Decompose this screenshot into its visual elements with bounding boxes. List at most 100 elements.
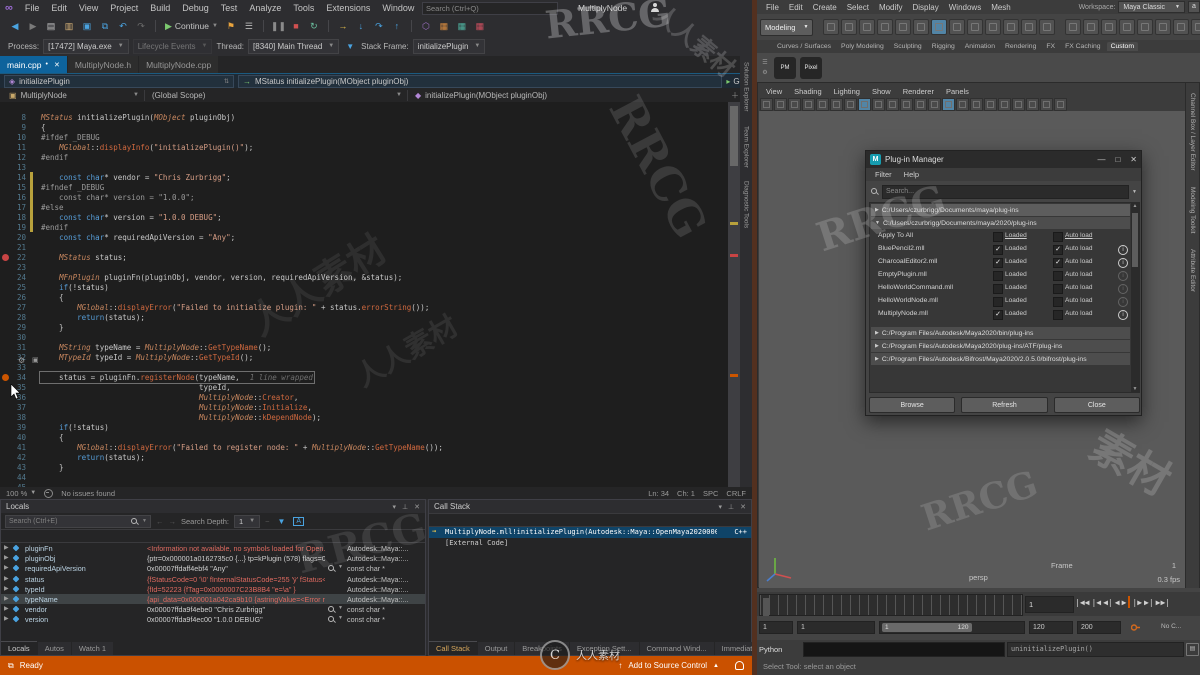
command-line-mode[interactable]: Python: [759, 645, 801, 654]
status-line-icon[interactable]: [823, 19, 840, 35]
magnifier-icon[interactable]: [327, 564, 336, 573]
autoload-checkbox[interactable]: [1053, 297, 1063, 307]
status-line-icon[interactable]: [1173, 19, 1190, 35]
vs-menu-tools[interactable]: Tools: [287, 3, 320, 13]
locals-row-pluginobj[interactable]: ▶ pluginObj {ptr=0x000001a0162735c0 {...} …: [1, 553, 425, 563]
vs-menu-analyze[interactable]: Analyze: [243, 3, 287, 13]
shelf-tab-sculpting[interactable]: Sculpting: [890, 42, 926, 51]
expander-icon[interactable]: ▶: [4, 595, 9, 602]
close-icon[interactable]: ✕: [740, 503, 746, 511]
triangle-right-icon[interactable]: ▶: [875, 356, 879, 362]
expander-icon[interactable]: ▶: [4, 605, 9, 612]
plugin-path-row[interactable]: ▶ C:/Program Files/Autodesk/Maya2020/bin/…: [871, 327, 1130, 339]
triangle-right-icon[interactable]: ▶: [875, 343, 879, 349]
shelf-tab-fx[interactable]: FX: [1042, 42, 1059, 51]
thread-combo[interactable]: [8340] Main Thread ▼: [248, 38, 340, 54]
tab-exception-sett[interactable]: Exception Sett...: [569, 641, 639, 655]
locals-row-requiredapiversion[interactable]: ▶ requiredApiVersion 0x00007ffdaff4ebf4 "A…: [1, 563, 425, 573]
scope-member-combo[interactable]: ◆ initializePlugin(MObject pluginObj) ＋: [410, 90, 744, 101]
info-icon[interactable]: i: [1118, 245, 1128, 255]
plugin-search-input[interactable]: Search...: [882, 184, 1130, 199]
status-line-icon[interactable]: [877, 19, 894, 35]
expander-icon[interactable]: ▶: [4, 544, 9, 551]
shelf-tab-rigging[interactable]: Rigging: [928, 42, 959, 51]
tab-command-wind[interactable]: Command Wind...: [639, 641, 714, 655]
panel-toolbar-icon[interactable]: [802, 97, 815, 111]
search-next-icon[interactable]: →: [169, 517, 177, 526]
spinner-icon[interactable]: ⇅: [224, 78, 229, 85]
anim-start-field[interactable]: 1: [759, 621, 793, 634]
pm-menu-help[interactable]: Help: [899, 170, 924, 179]
status-line-icon[interactable]: [985, 19, 1002, 35]
pin-icon[interactable]: ⊥: [402, 503, 408, 511]
playback-4-button[interactable]: ▶: [1122, 598, 1127, 607]
panel-menu-show[interactable]: Show: [866, 87, 897, 96]
plugin-manager-titlebar[interactable]: M Plug-in Manager — □ ✕: [866, 151, 1141, 168]
show-next-statement-icon[interactable]: →: [336, 21, 350, 31]
quick-actions-gear-icon[interactable]: ⚙: [18, 356, 25, 365]
autoload-checkbox[interactable]: ✓: [1053, 258, 1063, 268]
panel-menu-lighting[interactable]: Lighting: [828, 87, 866, 96]
locals-row-typename[interactable]: ▶ typeName {api_data=0x000001a042ca9b10 {a…: [1, 593, 425, 605]
expander-icon[interactable]: ▶: [4, 575, 9, 582]
breakpoint-flag-icon[interactable]: ⚑: [224, 21, 238, 32]
loaded-checkbox[interactable]: ✓: [993, 258, 1003, 268]
panel-toolbar-icon[interactable]: [830, 97, 843, 111]
status-line-icon[interactable]: [1039, 19, 1056, 35]
signature-combo[interactable]: → MStatus initializePlugin(MObject plugi…: [238, 75, 723, 88]
vs-menu-extensions[interactable]: Extensions: [320, 3, 376, 13]
filter-funnel-icon[interactable]: ▼: [277, 517, 285, 526]
autoload-checkbox[interactable]: [1053, 310, 1063, 320]
scope-global-combo[interactable]: (Global Scope) ▼: [147, 89, 408, 101]
sidebar-tab-channel-box-layer-editor[interactable]: Channel Box / Layer Editor: [1189, 93, 1196, 171]
menu-set-combo[interactable]: Modeling ▼: [760, 18, 814, 36]
locals-row-pluginfn[interactable]: ▶ pluginFn <Information not available, no …: [1, 543, 425, 553]
command-line-input[interactable]: [803, 641, 1005, 657]
expander-icon[interactable]: ▶: [4, 585, 9, 592]
scope-type-combo[interactable]: ▣ MultiplyNode ▼: [4, 89, 145, 101]
stop-debug-icon[interactable]: ■: [289, 21, 303, 31]
playback-7-button[interactable]: ▶▶|: [1156, 598, 1170, 607]
callstack-row[interactable]: [External Code]: [429, 538, 751, 549]
undo-icon[interactable]: ↶: [116, 21, 130, 32]
process-combo[interactable]: [17472] Maya.exe ▼: [43, 38, 129, 54]
playback-1-button[interactable]: |◀: [1091, 598, 1101, 607]
playback-5-button[interactable]: |▶: [1132, 598, 1142, 607]
autoload-checkbox[interactable]: ✓: [1053, 245, 1063, 255]
range-slider-track[interactable]: 1 120: [879, 621, 1025, 634]
status-line-icon[interactable]: [1065, 19, 1082, 35]
shelf-tab-poly-modeling[interactable]: Poly Modeling: [837, 42, 888, 51]
plugin-path-row[interactable]: ▶ C:/Users/czurbrigg/Documents/maya/plug-…: [871, 204, 1130, 216]
new-file-icon[interactable]: ▤: [44, 21, 58, 32]
editor-scrollbar-thumb[interactable]: [730, 106, 738, 166]
pin-icon[interactable]: ⊥: [728, 503, 734, 511]
loaded-checkbox[interactable]: [993, 271, 1003, 281]
callstack-row[interactable]: → MultiplyNode.mll!initializePlugin(Autod…: [429, 527, 751, 538]
loaded-checkbox[interactable]: [993, 284, 1003, 294]
panel-toolbar-icon[interactable]: [956, 97, 969, 111]
playback-end-field[interactable]: 120: [1029, 621, 1073, 634]
close-icon[interactable]: ✕: [54, 61, 60, 69]
step-over-icon[interactable]: ↷: [372, 21, 386, 32]
status-line-icon[interactable]: [1155, 19, 1172, 35]
info-icon[interactable]: i: [1118, 271, 1128, 281]
info-icon[interactable]: i: [1118, 258, 1128, 268]
expander-icon[interactable]: ▶: [4, 564, 9, 571]
value-visualizer[interactable]: ▼: [327, 615, 343, 624]
plus-icon[interactable]: ＋: [731, 90, 739, 101]
tab-watch-1[interactable]: Watch 1: [71, 641, 114, 655]
status-line-icon[interactable]: [1191, 19, 1200, 35]
locals-row-vendor[interactable]: ▶ vendor 0x00007ffda9f4ebe0 "Chris Zurbrig…: [1, 604, 425, 614]
locals-row-status[interactable]: ▶ status {fStatusCode=0 '\0' fInternalStat…: [1, 574, 425, 584]
tasks-icon[interactable]: ☰: [242, 21, 256, 32]
panel-toolbar-icon[interactable]: [984, 97, 997, 111]
info-icon[interactable]: i: [1118, 297, 1128, 307]
status-line-icon[interactable]: [859, 19, 876, 35]
maya-menu-create[interactable]: Create: [808, 3, 842, 12]
locals-search-input[interactable]: Search (Ctrl+E) ▼: [5, 514, 151, 528]
set-key-icon[interactable]: [1131, 623, 1140, 632]
toolbar-icon-teal[interactable]: ▦: [455, 21, 469, 32]
status-line-icon[interactable]: [913, 19, 930, 35]
refresh-button[interactable]: Refresh: [961, 397, 1048, 413]
playback-6-button[interactable]: ▶|: [1144, 598, 1154, 607]
